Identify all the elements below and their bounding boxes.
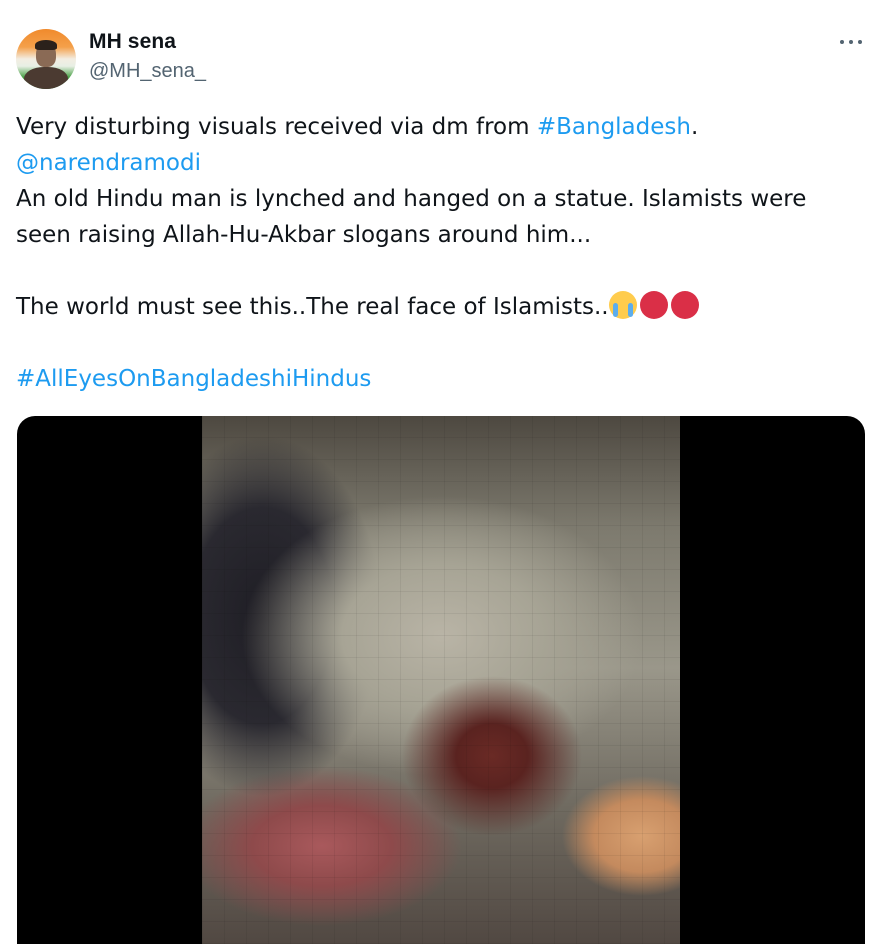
loudly-crying-face-icon — [608, 291, 637, 319]
tweet-text: Very disturbing visuals received via dm … — [16, 109, 866, 397]
tweet-line-4: seen raising Allah-Hu-Akbar slogans arou… — [16, 222, 592, 248]
pouting-face-icon — [639, 291, 668, 319]
avatar[interactable] — [16, 29, 76, 89]
tweet-line-6: The world must see this..The real face o… — [16, 289, 866, 325]
more-options-button[interactable] — [830, 30, 872, 54]
tweet-text-segment: . — [690, 114, 699, 140]
hashtag-link-alleyesonbangladeshihindus[interactable]: #AllEyesOnBangladeshiHindus — [16, 366, 371, 392]
hashtag-link-bangladesh[interactable]: #Bangladesh — [537, 114, 691, 140]
tweet-media-video[interactable] — [17, 416, 865, 944]
more-horizontal-icon-dot — [849, 40, 853, 44]
tweet-line-2: @narendramodi — [16, 145, 866, 181]
tweet-line-3: An old Hindu man is lynched and hanged o… — [16, 186, 807, 212]
display-name[interactable]: MH sena — [89, 30, 176, 54]
pouting-face-icon — [670, 291, 699, 319]
more-horizontal-icon-dot — [858, 40, 862, 44]
tweet-card: MH sena @MH_sena_ Very disturbing visual… — [0, 0, 886, 944]
tweet-text-segment: The world must see this..The real face o… — [16, 294, 609, 320]
more-horizontal-icon — [840, 40, 844, 44]
avatar-hair — [35, 40, 57, 50]
tweet-line-8: #AllEyesOnBangladeshiHindus — [16, 361, 866, 397]
user-handle[interactable]: @MH_sena_ — [89, 60, 206, 83]
tweet-line-1: Very disturbing visuals received via dm … — [16, 109, 866, 145]
avatar-shoulders — [24, 67, 68, 89]
mention-link-narendramodi[interactable]: @narendramodi — [16, 150, 201, 176]
tweet-text-segment: Very disturbing visuals received via dm … — [16, 114, 537, 140]
blurred-video-frame — [202, 416, 680, 944]
pixelation-overlay — [202, 416, 680, 944]
